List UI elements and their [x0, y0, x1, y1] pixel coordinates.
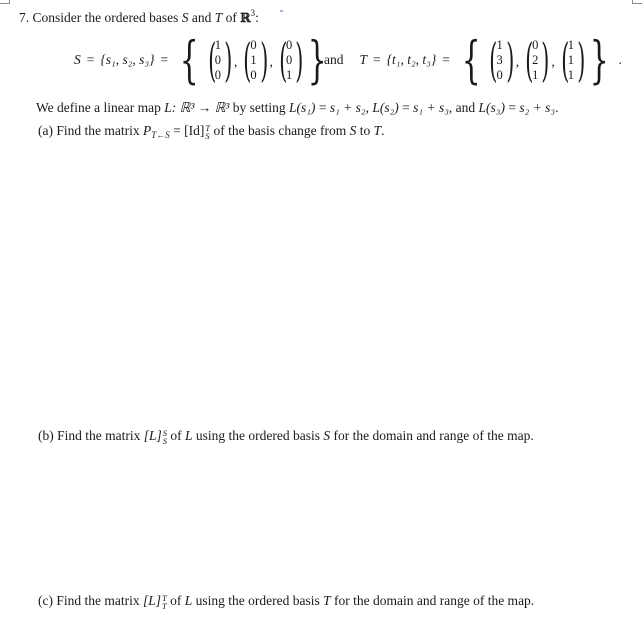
var-t: T	[214, 10, 223, 25]
matrix-p: P	[142, 123, 152, 138]
basis-t-vector-3: ( 111 )	[560, 33, 586, 87]
var-s: S	[181, 10, 189, 25]
colon: :	[255, 10, 259, 25]
part-b: (b) Find the matrix [L] S S of L using the…	[38, 428, 534, 446]
map-name: L	[164, 100, 172, 115]
basis-s-vector-2: ( 010 )	[243, 33, 268, 87]
left-brace: {	[179, 30, 199, 90]
part-label: (b)	[38, 428, 54, 443]
intro-text: Consider the ordered bases	[32, 10, 179, 25]
part-label: (c)	[38, 593, 53, 608]
scan-artifact	[280, 10, 283, 12]
basis-s-vector-3: ( 001 )	[279, 33, 304, 87]
basis-s-set: {s₁, s₂, s₃}	[100, 52, 155, 67]
basis-t-set: {t₁, t₂, t₃}	[386, 52, 437, 67]
basis-t-name: T	[359, 52, 368, 67]
crop-mark-top-right	[632, 0, 642, 4]
basis-t-vector-1: ( 130 )	[489, 33, 514, 87]
equals-sign: =	[373, 52, 381, 67]
field-r: ℝ	[240, 10, 251, 25]
part-c: (c) Find the matrix [L] T T of L using the…	[38, 593, 535, 611]
rule-2: L(s₂) = s₁ + s₃, and	[372, 100, 476, 115]
equals-sign: =	[86, 52, 95, 67]
equals-sign: =	[160, 52, 169, 67]
crop-mark-top-left	[0, 0, 10, 4]
rule-1: L(s₁) = s₁ + s₂,	[288, 100, 369, 115]
right-brace: }	[589, 30, 609, 90]
basis-t-vector-2: ( 021 )	[525, 33, 550, 87]
basis-s-name: S	[74, 52, 81, 67]
left-brace: {	[461, 30, 481, 90]
identity-matrix: [Id]	[184, 123, 205, 138]
bases-equation: S = {s₁, s₂, s₃} = { ( 100 ) , ( 010 ) ,…	[0, 30, 642, 90]
connector-and: and	[324, 52, 344, 67]
basis-s-definition: S = {s₁, s₂, s₃} = { ( 100 ) , ( 010 ) ,…	[74, 30, 333, 90]
and-word: and	[191, 10, 212, 25]
equals-sign: =	[442, 52, 450, 67]
map-signature: : ℝ³ → ℝ³	[171, 100, 230, 115]
matrix-l-t: [L]	[142, 593, 161, 608]
rule-3: L(s₃) = s₂ + s₃.	[478, 100, 559, 115]
linear-map-definition: We define a linear map L: ℝ³ → ℝ³ by set…	[36, 100, 559, 115]
basis-t-definition: and T = {t₁, t₂, t₃} = { ( 130 ) , ( 021…	[324, 30, 622, 90]
matrix-l-s: [L]	[143, 428, 162, 443]
part-a: (a) Find the matrix PT←S = [Id] T S of the…	[38, 123, 385, 141]
question-number: 7.	[19, 10, 30, 25]
basis-s-vector-1: ( 100 )	[207, 33, 233, 87]
part-label: (a)	[38, 123, 53, 138]
question-intro: 7. Consider the ordered bases S and T of…	[19, 9, 259, 26]
of-word: of	[225, 10, 237, 25]
